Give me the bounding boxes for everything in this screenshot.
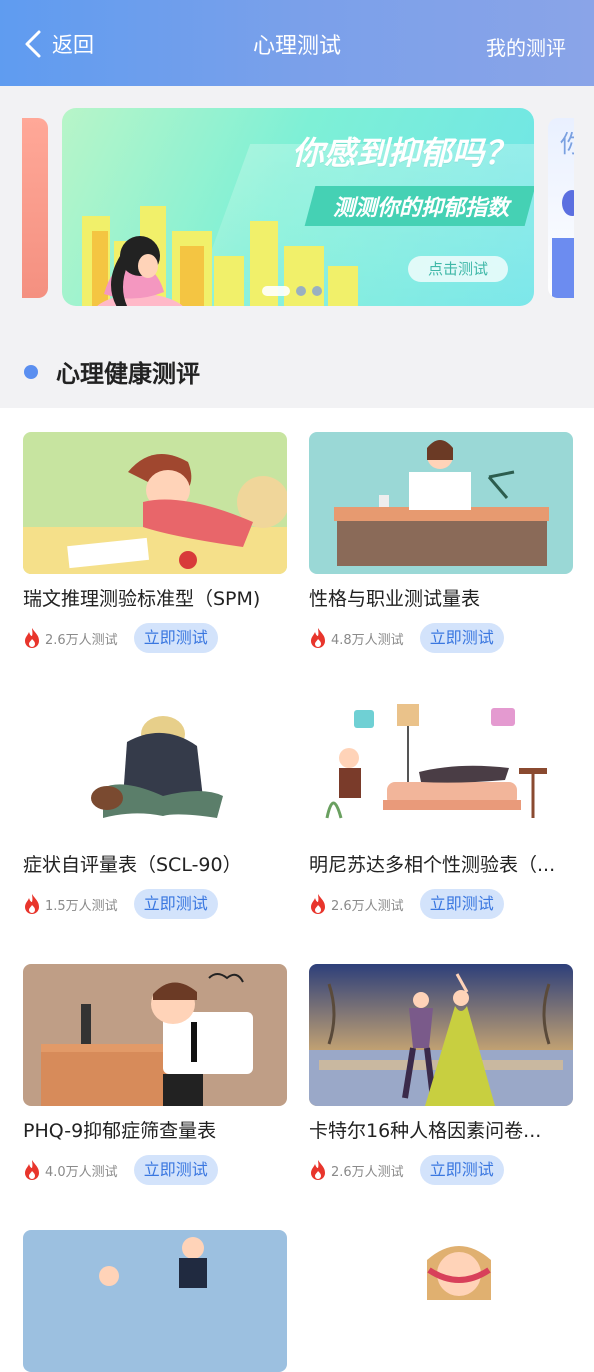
start-test-button[interactable]: 立即测试 xyxy=(419,889,504,919)
test-card[interactable]: 瑞文推理测验标准型（SPM) 2.6万人测试 立即测试 xyxy=(23,432,287,653)
test-card[interactable]: 卡特尔16种人格因素问卷... 2.6万人测试 立即测试 xyxy=(309,964,573,1185)
section-bullet-icon xyxy=(24,364,38,379)
sad-person-illustration xyxy=(23,698,287,840)
fire-icon xyxy=(25,1160,39,1180)
banner-prev-peek[interactable] xyxy=(22,118,48,298)
my-tests-link[interactable]: 我的测评 xyxy=(486,32,566,61)
test-card[interactable] xyxy=(309,1230,573,1372)
test-meta: 4.0万人测试 立即测试 xyxy=(23,1155,287,1185)
carousel-indicator xyxy=(262,286,322,296)
dancing-couple-illustration xyxy=(309,964,573,1106)
test-count: 1.5万人测试 xyxy=(45,898,118,914)
start-test-button[interactable]: 立即测试 xyxy=(419,623,504,653)
test-card[interactable]: 症状自评量表（SCL-90） 1.5万人测试 立即测试 xyxy=(23,698,287,919)
fire-icon xyxy=(25,628,39,648)
test-count: 2.6万人测试 xyxy=(331,898,404,914)
fire-icon xyxy=(25,894,39,914)
carousel-dot xyxy=(296,286,306,296)
start-test-button[interactable]: 立即测试 xyxy=(133,623,218,653)
test-name: PHQ-9抑郁症筛查量表 xyxy=(23,1120,217,1142)
banner-next-decor-bar xyxy=(552,238,574,298)
test-card[interactable]: PHQ-9抑郁症筛查量表 4.0万人测试 立即测试 xyxy=(23,964,287,1185)
fire-icon xyxy=(311,1160,325,1180)
depression-test-banner[interactable]: 你感到抑郁吗？ 测测你的抑郁指数 点击测试 xyxy=(62,108,534,306)
banner-next-decor xyxy=(562,190,574,216)
test-meta: 2.6万人测试 立即测试 xyxy=(23,623,287,653)
test-count: 4.0万人测试 xyxy=(45,1164,118,1180)
test-meta: 1.5万人测试 立即测试 xyxy=(23,889,287,919)
section-title: 心理健康测评 xyxy=(56,360,200,388)
banner-start-button[interactable]: 点击测试 xyxy=(408,256,508,282)
start-test-button[interactable]: 立即测试 xyxy=(133,1155,218,1185)
test-name: 症状自评量表（SCL-90） xyxy=(23,854,242,876)
carousel-dot xyxy=(312,286,322,296)
banner-subline: 测测你的抑郁指数 xyxy=(332,196,509,221)
test-meta: 2.6万人测试 立即测试 xyxy=(309,889,573,919)
test-card[interactable] xyxy=(23,1230,287,1372)
business-people-illustration xyxy=(23,1230,287,1372)
start-test-button[interactable]: 立即测试 xyxy=(133,889,218,919)
fire-icon xyxy=(311,894,325,914)
test-name: 明尼苏达多相个性测验表（... xyxy=(309,854,556,876)
start-test-button[interactable]: 立即测试 xyxy=(419,1155,504,1185)
banner-next-peek[interactable]: 你 xyxy=(548,118,574,298)
test-count: 2.6万人测试 xyxy=(45,632,118,648)
test-card[interactable]: 明尼苏达多相个性测验表（... 2.6万人测试 立即测试 xyxy=(309,698,573,919)
test-name: 瑞文推理测验标准型（SPM) xyxy=(23,588,261,610)
fire-icon xyxy=(311,628,325,648)
test-name: 性格与职业测试量表 xyxy=(309,588,481,610)
test-count: 4.8万人测试 xyxy=(331,632,404,648)
woman-portrait-illustration xyxy=(309,1230,573,1372)
doctor-desk-illustration xyxy=(309,432,573,574)
girl-reading-illustration xyxy=(23,432,287,574)
test-card[interactable]: 性格与职业测试量表 4.8万人测试 立即测试 xyxy=(309,432,573,653)
top-nav-bar: 返回 心理测试 我的测评 xyxy=(0,0,594,86)
stressed-worker-illustration xyxy=(23,964,287,1106)
banner-headline: 你感到抑郁吗？ xyxy=(291,134,516,172)
section-header: 心理健康测评 xyxy=(24,354,200,389)
carousel-dot-active xyxy=(262,286,290,296)
test-meta: 2.6万人测试 立即测试 xyxy=(309,1155,573,1185)
test-meta: 4.8万人测试 立即测试 xyxy=(309,623,573,653)
therapy-session-illustration xyxy=(309,698,573,840)
banner-next-text: 你 xyxy=(560,130,574,158)
test-count: 2.6万人测试 xyxy=(331,1164,404,1180)
test-name: 卡特尔16种人格因素问卷... xyxy=(309,1120,542,1142)
